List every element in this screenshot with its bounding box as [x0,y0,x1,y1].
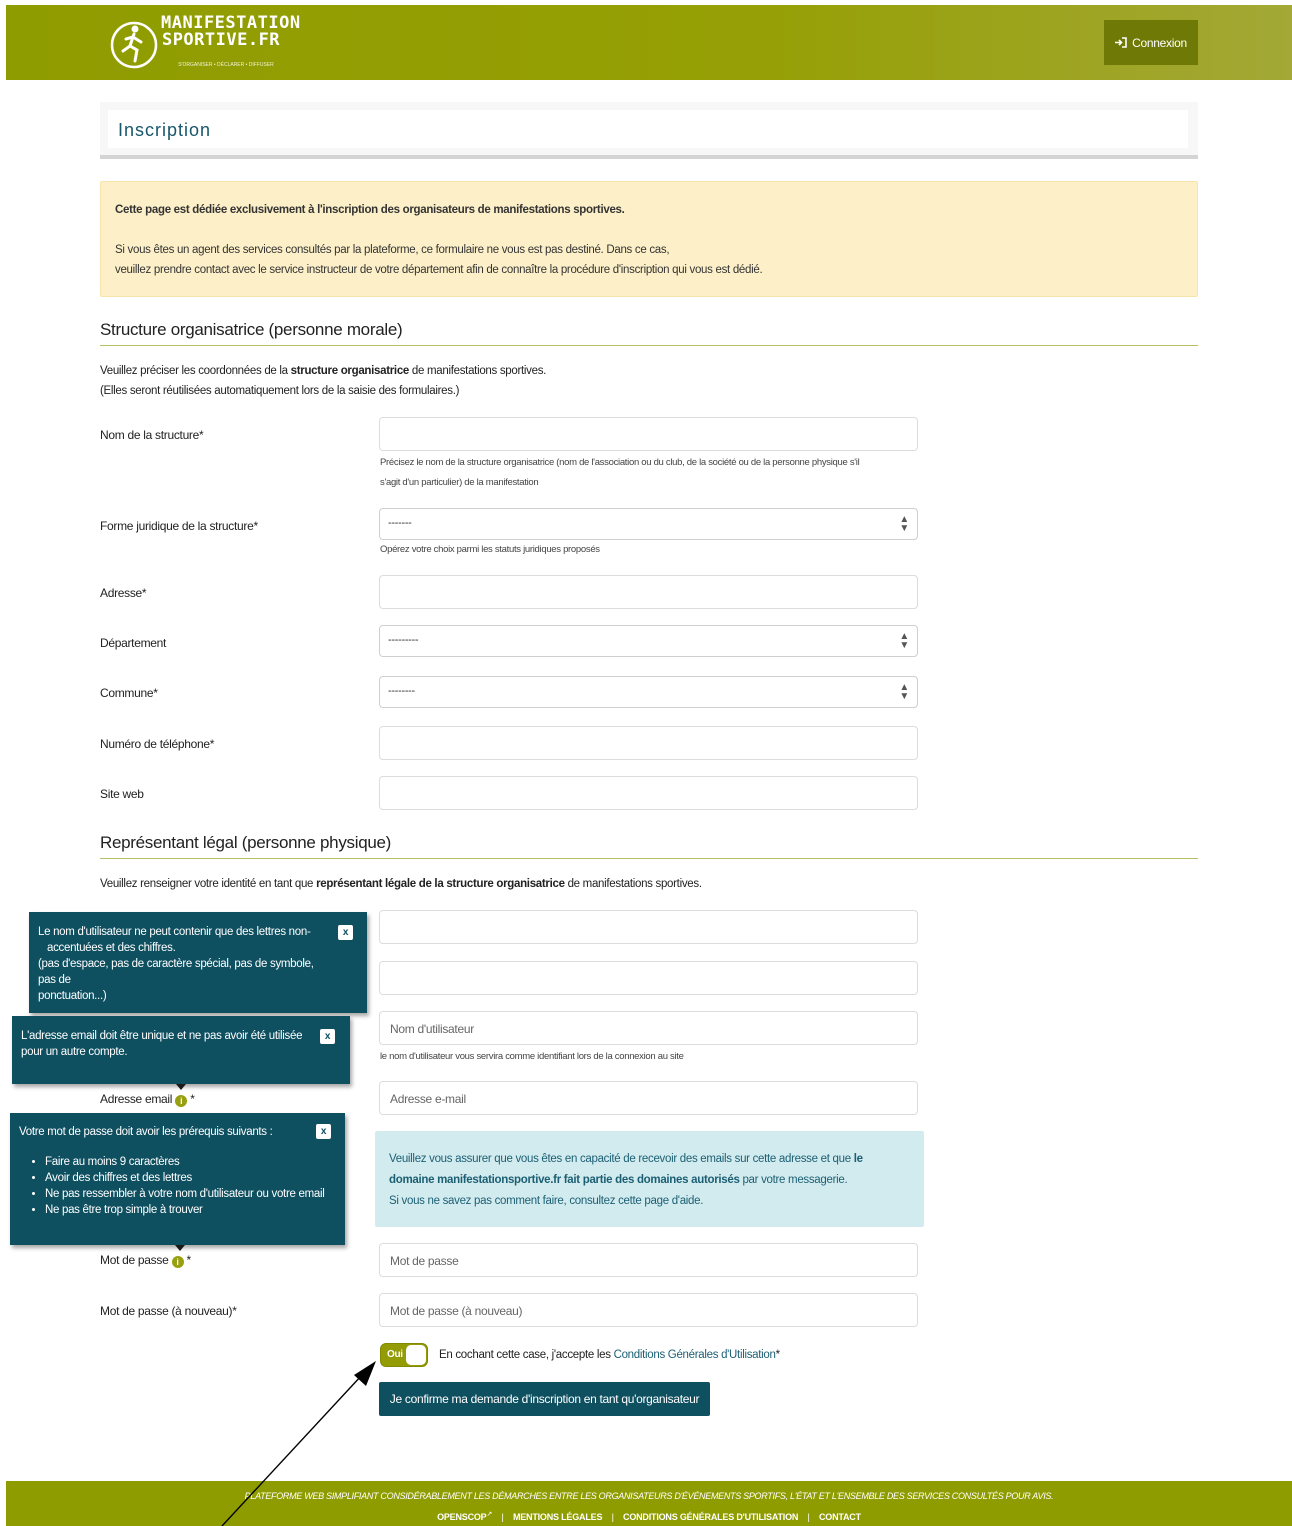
label-adresse: Adresse* [100,586,147,600]
label-site-web: Site web [100,787,144,801]
login-button-label: Connexion [1132,35,1187,50]
logo-tagline: S'ORGANISER • DÉCLARER • DIFFUSER [178,62,274,68]
input-representant-1[interactable] [379,910,918,944]
page-title: Inscription [118,120,212,140]
alert-line-1: Cette page est dédiée exclusivement à l'… [115,204,625,216]
email-info-icon[interactable]: i [175,1095,188,1107]
footer-link-cgu[interactable]: CONDITIONS GÉNÉRALES D'UTILISATION [623,1512,798,1522]
section-title-representant: Représentant légal (personne physique) [100,833,1198,859]
label-forme-juridique: Forme juridique de la structure* [100,519,258,533]
help-forme-juridique: Opérez votre choix parmi les statuts jur… [380,544,600,555]
label-nom-structure: Nom de la structure* [100,428,204,442]
site-footer: PLATEFORME WEB SIMPLIFIANT CONSIDÉRABLEM… [6,1481,1292,1526]
cgu-toggle-knob [406,1345,426,1365]
label-telephone: Numéro de téléphone* [100,737,215,751]
tooltip-password-close-icon[interactable]: x [316,1124,331,1139]
password-info-icon[interactable]: i [171,1256,184,1268]
page-title-panel: Inscription [100,102,1198,159]
password-rules-list: Faire au moins 9 caractères Avoir des ch… [19,1154,339,1218]
help-page-link[interactable]: Si vous ne savez pas comment faire, cons… [389,1191,910,1212]
site-logo[interactable]: MANIFESTATION SPORTIVE.FR S'ORGANISER • … [106,13,301,75]
select-arrows-icon: ▲ ▼ [899,514,909,534]
tooltip-password: Votre mot de passe doit avoir les préreq… [10,1113,345,1251]
input-adresse[interactable] [379,575,918,609]
external-link-icon: ↗ [486,1511,493,1518]
password-rule: Faire au moins 9 caractères [45,1154,339,1170]
tooltip-username-close-icon[interactable]: x [338,925,353,940]
cgu-toggle-label: Oui [387,1349,403,1360]
section-title-structure: Structure organisatrice (personne morale… [100,320,1198,346]
email-info-box: Veuillez vous assurer que vous êtes en c… [375,1131,924,1227]
submit-registration-button[interactable]: Je confirme ma demande d'inscription en … [379,1382,710,1416]
password-rule: Avoir des chiffres et des lettres [45,1170,339,1186]
cgu-text: En cochant cette case, j'accepte les Con… [439,1349,780,1361]
site-header: MANIFESTATION SPORTIVE.FR S'ORGANISER • … [6,5,1292,80]
input-telephone[interactable] [379,726,918,760]
input-nom-structure[interactable] [379,417,918,451]
password-rule: Ne pas ressembler à votre nom d'utilisat… [45,1186,339,1202]
password-rule: Ne pas être trop simple à trouver [45,1202,339,1218]
warning-alert: Cette page est dédiée exclusivement à l'… [100,181,1198,297]
help-nom-structure: Précisez le nom de la structure organisa… [380,457,860,488]
alert-line-2: Si vous êtes un agent des services consu… [115,244,670,256]
logo-wordmark: MANIFESTATION SPORTIVE.FR [161,13,301,50]
footer-link-mentions[interactable]: MENTIONS LÉGALES [513,1512,603,1522]
input-username[interactable]: Nom d'utilisateur [379,1011,918,1045]
select-arrows-icon: ▲ ▼ [899,682,909,702]
input-password-confirm[interactable]: Mot de passe (à nouveau) [379,1293,918,1327]
footer-link-contact[interactable]: CONTACT [819,1512,861,1522]
input-site-web[interactable] [379,776,918,810]
select-arrows-icon: ▲ ▼ [899,631,909,651]
label-password-confirm: Mot de passe (à nouveau)* [100,1304,237,1318]
input-password[interactable]: Mot de passe [379,1243,918,1277]
cgu-toggle[interactable]: Oui [380,1343,428,1367]
runner-logo-icon [110,21,158,69]
tooltip-pointer [175,1245,185,1251]
select-forme-juridique[interactable]: ------- ▲ ▼ [379,508,918,540]
arrow-head [354,1361,376,1386]
input-email[interactable]: Adresse e-mail [379,1081,918,1115]
label-password: Mot de passe i * [100,1253,191,1268]
help-username: le nom d'utilisateur vous servira comme … [380,1051,684,1062]
label-departement: Département [100,636,167,650]
select-commune[interactable]: -------- ▲ ▼ [379,676,918,708]
footer-tagline: PLATEFORME WEB SIMPLIFIANT CONSIDÉRABLEM… [244,1491,1054,1501]
tooltip-username: Le nom d'utilisateur ne peut contenir qu… [29,912,367,1013]
label-email: Adresse email i * [100,1092,195,1107]
footer-link-openscop[interactable]: OPENSCOP↗ [437,1511,493,1522]
tooltip-email: L'adresse email doit être unique et ne p… [12,1016,350,1090]
page-title-inner: Inscription [108,110,1188,148]
structure-intro: Veuillez préciser les coordonnées de la … [100,365,547,397]
tooltip-email-close-icon[interactable]: x [320,1029,335,1044]
tooltip-pointer [176,1084,186,1090]
representant-intro: Veuillez renseigner votre identité en ta… [100,878,702,890]
cgu-link[interactable]: Conditions Générales d'Utilisation [614,1349,776,1361]
sign-in-icon [1115,37,1127,48]
footer-links: OPENSCOP↗ | MENTIONS LÉGALES | CONDITION… [437,1511,861,1522]
alert-line-3: veuillez prendre contact avec le service… [115,264,763,276]
label-commune: Commune* [100,686,158,700]
login-button[interactable]: Connexion [1104,20,1198,65]
input-representant-2[interactable] [379,961,918,995]
select-departement[interactable]: --------- ▲ ▼ [379,625,918,657]
